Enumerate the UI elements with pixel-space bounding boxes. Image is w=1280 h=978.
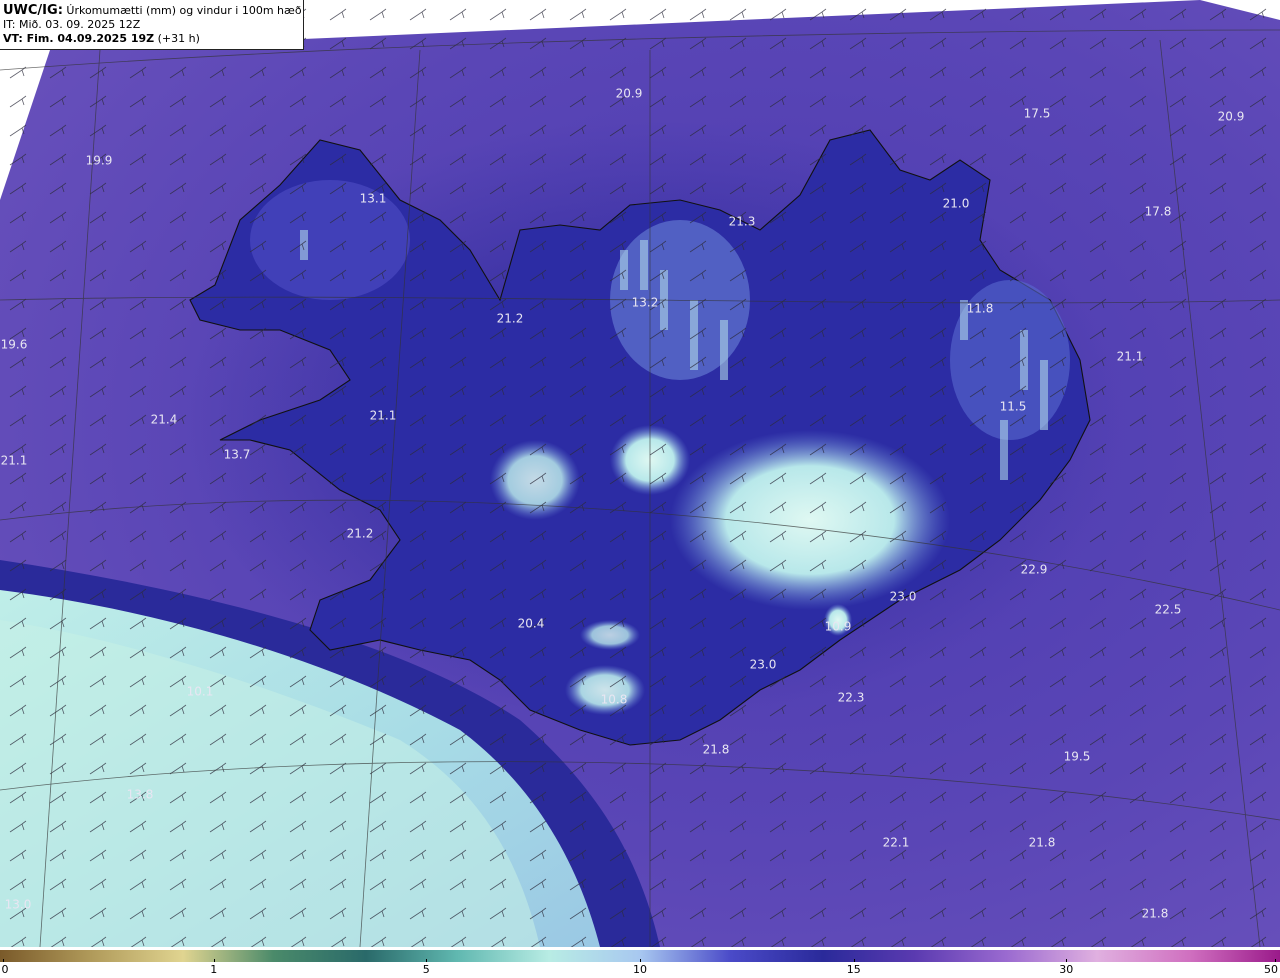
colorbar-tick-label: 15 [846,963,861,976]
value-label: 20.4 [518,617,545,631]
title-line-1: UWC/IG: Úrkomumætti (mm) og vindur i 100… [3,4,303,18]
value-label: 23.0 [890,590,917,604]
colorbar-ticks: 0 1 5 10 15 30 50 [0,959,1280,978]
value-label: 10.8 [601,693,628,707]
valid-time: VT: Fim. 04.09.2025 19Z [3,32,155,45]
colorbar-tick-label: 30 [1059,963,1074,976]
value-label: 21.0 [943,197,970,211]
field-title: Úrkomumætti (mm) og vindur i 100m hæð [62,4,302,17]
lead-time: (+31 h) [154,32,200,45]
colorbar-tickmark [1066,959,1068,962]
value-label: 17.5 [1024,107,1051,121]
value-label: 22.3 [838,691,865,705]
value-label: 13.8 [127,788,154,802]
value-label: 21.8 [1142,907,1169,921]
colorbar-tick-label: 0 [1,963,9,976]
value-label: 21.1 [1117,350,1144,364]
colorbar-tick-label: 5 [422,963,430,976]
map-area[interactable]: 20.9 17.5 20.9 19.9 13.1 21.0 17.8 21.3 13.2 11.8… [0,0,1280,947]
value-label: 21.3 [729,215,756,229]
value-label: 21.4 [151,413,178,427]
wind-barbs [0,0,1280,947]
value-label: 21.1 [1,454,28,468]
colorbar-tick-label: 50 [1264,963,1278,976]
value-label: 13.7 [224,448,251,462]
title-line-3: VT: Fim. 04.09.2025 19Z (+31 h) [3,32,303,46]
value-label: 21.1 [370,409,397,423]
colorbar-tick-label: 10 [633,963,647,976]
precipitation-map: 20.9 17.5 20.9 19.9 13.1 21.0 17.8 21.3 13.2 11.8… [0,0,1280,947]
value-label: 19.9 [86,154,113,168]
init-time: IT: Mið. 03. 09. 2025 12Z [3,18,141,31]
value-label: 20.9 [1218,110,1245,124]
colorbar-tickmark [1274,959,1276,962]
value-label: 13.2 [632,296,659,310]
map-title-box: UWC/IG: Úrkomumætti (mm) og vindur i 100… [0,0,304,50]
value-label: 10.1 [187,685,214,699]
colorbar-tickmark [426,959,428,962]
value-label: 19.5 [1064,750,1091,764]
value-label: 21.2 [497,312,524,326]
value-label: 22.1 [883,836,910,850]
colorbar [0,947,1280,962]
colorbar-tickmark [2,959,4,962]
value-label: 11.5 [1000,400,1027,414]
value-label: 23.0 [750,658,777,672]
value-label: 21.2 [347,527,374,541]
value-label: 11.8 [967,302,994,316]
colorbar-tick-label: 1 [210,963,218,976]
colorbar-tickmark [853,959,855,962]
value-label: 22.9 [1021,563,1048,577]
value-label: 20.9 [616,87,643,101]
value-label: 21.8 [703,743,730,757]
value-label: 10.9 [825,620,852,634]
value-label: 19.6 [1,338,28,352]
colorbar-tickmark [213,959,215,962]
model-name: UWC/IG: [3,3,63,18]
value-label: 22.5 [1155,603,1182,617]
value-label: 21.8 [1029,836,1056,850]
value-label: 13.1 [360,192,387,206]
value-label: 13.0 [5,898,32,912]
colorbar-tickmark [640,959,641,962]
value-label: 17.8 [1145,205,1172,219]
